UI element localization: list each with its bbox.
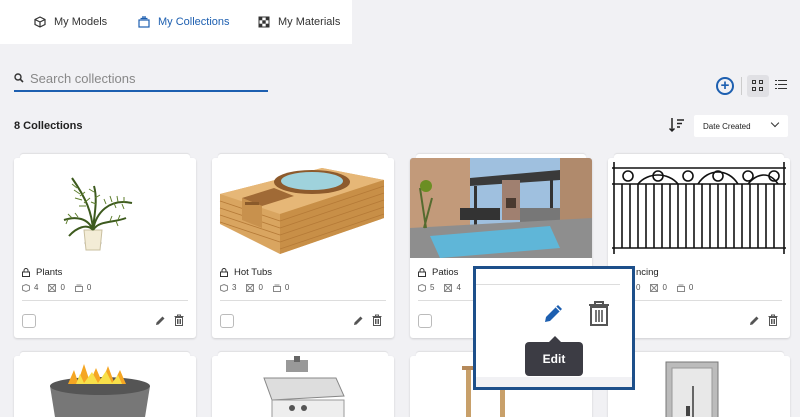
plus-icon: + <box>720 77 730 94</box>
add-collection-button[interactable]: + <box>716 77 734 95</box>
top-bar: My Models My Collections My Materials <box>0 0 800 44</box>
chevron-down-icon <box>770 118 780 128</box>
model-count-icon <box>220 283 228 292</box>
view-divider <box>741 77 742 95</box>
plant-thumbnail-image <box>14 158 196 258</box>
collection-thumbnail <box>608 356 790 417</box>
material-count-icon <box>246 283 255 292</box>
tab-my-materials[interactable]: My Materials <box>258 0 340 44</box>
collection-card-hot-tubs[interactable]: Hot Tubs 3 0 0 <box>212 154 394 338</box>
collection-name-text: ncing <box>636 267 659 278</box>
collection-name: Hot Tubs <box>220 267 272 278</box>
model-count: 0 <box>636 283 641 292</box>
subcollection-count-icon <box>272 284 281 292</box>
subcollection-count: 0 <box>86 283 92 292</box>
collections-count: 8 Collections <box>14 120 83 132</box>
collection-stats: 5 4 <box>418 283 471 292</box>
card-divider <box>616 300 782 301</box>
trash-icon[interactable] <box>768 314 778 326</box>
card-divider <box>220 300 386 301</box>
collection-thumbnail <box>14 356 196 417</box>
sort-select-value: Date Created <box>703 121 751 131</box>
model-count-icon <box>22 283 30 292</box>
material-count: 0 <box>60 283 65 292</box>
sort-icon[interactable] <box>668 116 686 134</box>
collection-card[interactable] <box>212 352 394 417</box>
subcollection-count-icon <box>676 284 685 292</box>
collection-name: Plants <box>22 267 62 278</box>
collection-name-text: Plants <box>36 267 63 278</box>
tab-label: My Collections <box>158 16 230 28</box>
model-count: 5 <box>430 283 435 292</box>
trash-icon[interactable] <box>174 314 184 326</box>
edit-icon[interactable] <box>749 315 760 326</box>
fence-thumbnail-image <box>608 158 790 258</box>
collection-name-text: Hot Tubs <box>234 267 273 278</box>
lock-icon <box>220 268 228 277</box>
collection-name-text: Patios <box>432 267 459 278</box>
collection-thumbnail <box>14 158 196 258</box>
fire-pit-thumbnail-image <box>14 356 196 417</box>
subcollection-count-icon <box>74 284 83 292</box>
grid-view-button[interactable] <box>747 75 769 97</box>
material-count-icon <box>650 283 659 292</box>
subcollection-count: 0 <box>284 283 290 292</box>
grill-thumbnail-image <box>212 356 394 417</box>
patio-thumbnail-image <box>410 158 592 258</box>
collection-thumbnail <box>608 158 790 258</box>
collection-name: ncing <box>636 267 659 278</box>
material-count: 0 <box>662 283 667 292</box>
collection-card-fencing[interactable]: ncing 0 0 0 <box>608 154 790 338</box>
collection-thumbnail <box>410 158 592 258</box>
edit-icon[interactable] <box>155 315 166 326</box>
collection-stats: 3 0 0 <box>220 283 299 292</box>
lock-icon <box>418 268 426 277</box>
zoom-background <box>476 377 632 387</box>
collection-thumbnail <box>212 158 394 258</box>
edit-tooltip: Edit <box>525 336 583 376</box>
select-checkbox[interactable] <box>418 314 432 328</box>
trash-icon[interactable] <box>372 314 382 326</box>
collection-stats: 4 0 0 <box>22 283 101 292</box>
hot-tub-thumbnail-image <box>212 158 394 258</box>
collection-icon <box>138 16 150 28</box>
list-view-button[interactable] <box>775 78 787 92</box>
tab-my-models[interactable]: My Models <box>34 0 107 44</box>
tab-label: My Materials <box>278 16 341 28</box>
edit-icon[interactable] <box>353 315 364 326</box>
select-checkbox[interactable] <box>22 314 36 328</box>
collection-thumbnail <box>212 356 394 417</box>
material-count: 0 <box>258 283 263 292</box>
model-count: 3 <box>232 283 237 292</box>
material-count-icon <box>444 283 453 292</box>
cube-icon <box>34 16 46 28</box>
collection-name: Patios <box>418 267 458 278</box>
collection-card-plants[interactable]: Plants 4 0 0 <box>14 154 196 338</box>
search-input[interactable] <box>30 70 260 86</box>
material-icon <box>258 16 270 28</box>
lock-icon <box>22 268 30 277</box>
tab-bar: My Models My Collections My Materials <box>0 0 352 44</box>
model-count-icon <box>418 283 426 292</box>
trash-icon[interactable] <box>588 300 610 326</box>
card-divider <box>22 300 188 301</box>
collection-card[interactable] <box>14 352 196 417</box>
search-icon <box>14 73 24 83</box>
edit-icon[interactable] <box>542 301 566 325</box>
collection-stats: 0 0 0 <box>636 283 703 292</box>
material-count-icon <box>48 283 57 292</box>
subcollection-count: 0 <box>688 283 694 292</box>
tab-my-collections[interactable]: My Collections <box>138 0 230 44</box>
collection-card[interactable] <box>608 352 790 417</box>
door-thumbnail-image <box>608 356 790 417</box>
material-count: 4 <box>456 283 461 292</box>
sort-select[interactable]: Date Created <box>694 115 788 137</box>
model-count: 4 <box>34 283 39 292</box>
select-checkbox[interactable] <box>220 314 234 328</box>
search-bar <box>14 66 268 92</box>
tab-label: My Models <box>54 16 108 28</box>
card-divider <box>476 284 620 285</box>
